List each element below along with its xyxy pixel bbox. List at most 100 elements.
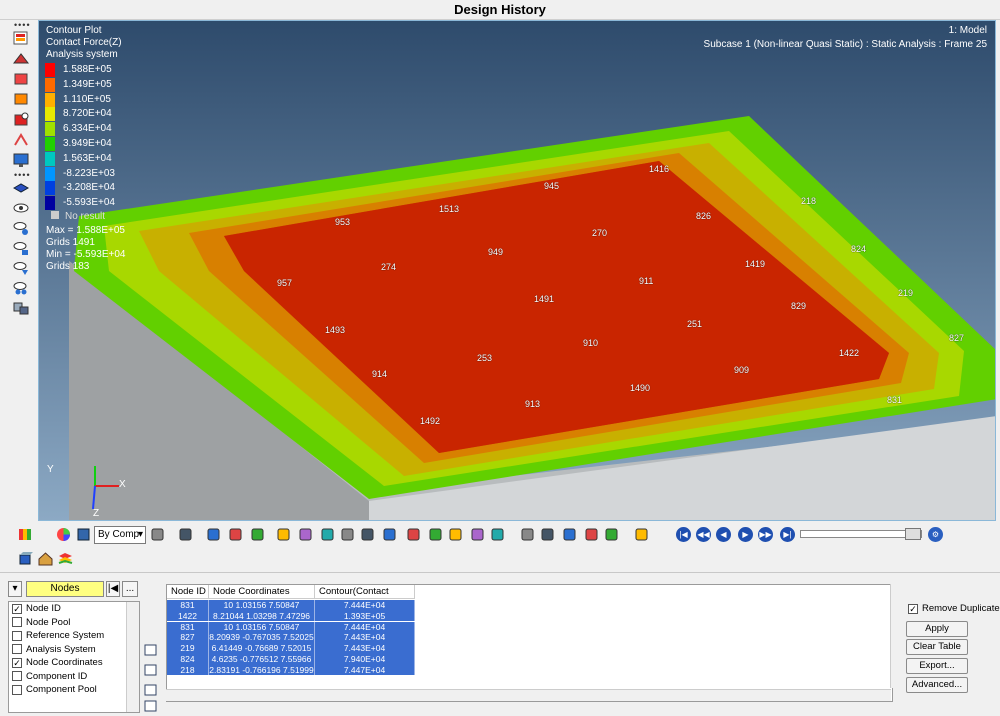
section-icon[interactable]	[320, 527, 335, 542]
query-field-item[interactable]: Component ID	[9, 670, 139, 684]
column-header-coordinates[interactable]: Node Coordinates	[209, 585, 315, 599]
more-options-button[interactable]: ...	[122, 581, 138, 597]
apply-button[interactable]: Apply	[906, 621, 968, 637]
layers-icon[interactable]	[12, 180, 30, 196]
house-icon[interactable]	[38, 551, 53, 566]
reverse-eye-icon[interactable]	[12, 240, 30, 256]
rewind-button[interactable]: ◀	[716, 527, 731, 542]
query-field-list[interactable]: ✓ Node ID Node Pool Reference System Analysi…	[8, 601, 140, 713]
feature-icon[interactable]	[206, 527, 221, 542]
shaded-icon[interactable]	[178, 527, 193, 542]
contour-icon[interactable]	[12, 30, 30, 46]
legend-entry[interactable]: 1.110E+05	[45, 92, 111, 107]
tensor-icon[interactable]	[12, 91, 30, 107]
query-field-checkbox[interactable]	[12, 644, 22, 655]
clip-icon[interactable]	[360, 527, 375, 542]
table-horizontal-scrollbar[interactable]	[166, 689, 891, 701]
color-wheel-icon[interactable]	[56, 527, 71, 542]
checklist-scrollbar[interactable]	[126, 602, 139, 712]
tracking-icon[interactable]	[448, 527, 463, 542]
box-icon[interactable]	[18, 551, 33, 566]
query-field-item[interactable]: ✓ Node Coordinates	[9, 656, 139, 670]
iso-icon[interactable]	[298, 527, 313, 542]
column-header-contour[interactable]: Contour(Contact Force)	[315, 585, 415, 611]
mesh-icon[interactable]	[250, 527, 265, 542]
graph-icon[interactable]	[604, 527, 619, 542]
legend-entry[interactable]: -5.593E+04	[45, 196, 115, 211]
table-row[interactable]: 219 6.41449 -0.76689 7.52015 7.443E+04	[167, 643, 415, 654]
layer-tool-icon[interactable]	[584, 527, 599, 542]
table-row[interactable]: 827 8.20939 -0.767035 7.52025 7.443E+04	[167, 632, 415, 643]
component-color-icon[interactable]	[76, 527, 91, 542]
frame-slider[interactable]	[800, 528, 922, 540]
export-button[interactable]: Export...	[906, 658, 968, 674]
query-field-item[interactable]: Reference System	[9, 629, 139, 643]
note-icon[interactable]	[406, 527, 421, 542]
wireframe-icon[interactable]	[150, 527, 165, 542]
probe-icon[interactable]	[428, 527, 443, 542]
query-field-item[interactable]: Component Pool	[9, 683, 139, 697]
toolbar-grip[interactable]: ••••	[14, 21, 31, 30]
remove-duplicates-option[interactable]: ✓ Remove Duplicates	[908, 603, 1000, 614]
vector-icon[interactable]	[12, 71, 30, 87]
table-row[interactable]: 1422 8.21044 1.03298 7.47296 1.393E+05	[167, 610, 415, 622]
reset-selection-button[interactable]: |◀	[106, 581, 120, 597]
annotation-icon[interactable]	[562, 527, 577, 542]
contour-model[interactable]	[39, 21, 996, 521]
display-icon[interactable]	[12, 152, 30, 168]
legend-entry[interactable]: 1.349E+05	[45, 77, 112, 92]
stack-icon[interactable]	[58, 551, 73, 566]
notes-icon[interactable]	[520, 527, 535, 542]
query-field-item[interactable]: Analysis System	[9, 643, 139, 657]
table-row[interactable]: 824 4.6235 -0.776512 7.55966 7.940E+04	[167, 654, 415, 665]
contour-color-icon[interactable]	[18, 527, 33, 542]
query-icon[interactable]	[470, 527, 485, 542]
legend-entry[interactable]: 8.720E+04	[45, 107, 112, 122]
column-header-node-id[interactable]: Node ID	[167, 585, 209, 599]
find-attached-icon[interactable]	[12, 300, 30, 316]
legend-entry[interactable]: 6.334E+04	[45, 122, 112, 137]
first-frame-button[interactable]: |◀	[676, 527, 691, 542]
advanced-button[interactable]: Advanced...	[906, 677, 968, 693]
comment-icon[interactable]	[540, 527, 555, 542]
legend-entry[interactable]: -3.208E+04	[45, 181, 115, 196]
query-field-checkbox[interactable]	[12, 684, 22, 695]
deformed-icon[interactable]	[12, 51, 30, 67]
marker-icon[interactable]	[12, 112, 30, 128]
color-mode-select[interactable]: By Comp ▾	[94, 526, 146, 544]
eye-icon[interactable]	[12, 200, 30, 216]
animation-settings-icon[interactable]: ⚙	[928, 527, 943, 542]
clear-table-button[interactable]: Clear Table	[906, 639, 968, 655]
legend-entry[interactable]: 3.949E+04	[45, 137, 112, 151]
last-frame-button[interactable]: ▶|	[780, 527, 795, 542]
camera-icon[interactable]	[634, 527, 649, 542]
table-row[interactable]: 831 10 1.03156 7.50847 7.444E+04	[167, 621, 415, 633]
cut-icon[interactable]	[382, 527, 397, 542]
legend-entry[interactable]: 1.588E+05	[45, 63, 112, 77]
toolbar-grip[interactable]: ••••	[14, 171, 31, 180]
filter-eye-icon[interactable]	[12, 220, 30, 236]
table-row[interactable]: 218 2.83191 -0.766196 7.51999 7.447E+04	[167, 664, 415, 676]
query-field-checkbox[interactable]	[12, 630, 22, 641]
show-all-eye-icon[interactable]	[12, 280, 30, 296]
column-tools-icons[interactable]	[144, 643, 158, 713]
query-results-table[interactable]: Node ID Node Coordinates Contour(Contact…	[166, 584, 893, 702]
dropdown-arrow-button[interactable]: ▾	[8, 581, 22, 597]
query-field-checkbox[interactable]: ✓	[12, 603, 22, 614]
slider-thumb[interactable]	[905, 528, 921, 540]
measure-tool-icon[interactable]	[340, 527, 355, 542]
next-frame-button[interactable]: ▶▶	[758, 527, 773, 542]
table-row[interactable]: 831 10 1.03156 7.50847 7.444E+04	[167, 600, 415, 611]
contour-legend[interactable]: 1.588E+05 1.349E+05 1.110E+05 8.720E+04 6.33…	[39, 63, 169, 213]
graphics-viewport[interactable]: Contour Plot Contact Force(Z) Analysis s…	[38, 20, 996, 521]
isolate-eye-icon[interactable]	[12, 260, 30, 276]
table-vertical-scrollbar[interactable]	[890, 584, 903, 688]
transparency-icon[interactable]	[228, 527, 243, 542]
previous-frame-button[interactable]: ◀◀	[696, 527, 711, 542]
query-field-item[interactable]: Node Pool	[9, 616, 139, 630]
play-button[interactable]: ▶	[738, 527, 753, 542]
measure-icon[interactable]	[12, 132, 30, 148]
legend-entry[interactable]: 1.563E+04	[45, 151, 112, 166]
entity-selector[interactable]: Nodes	[26, 581, 104, 597]
legend-entry[interactable]: -8.223E+03	[45, 166, 115, 181]
